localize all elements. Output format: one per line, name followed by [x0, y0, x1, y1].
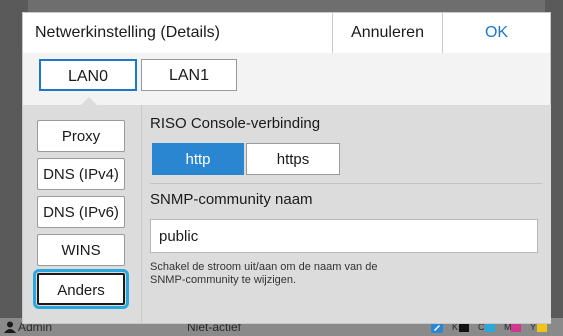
ok-button[interactable]: OK [442, 13, 550, 53]
sidebar-item-anders[interactable]: Anders [33, 269, 129, 309]
sidebar-item-dns-ipv6[interactable]: DNS (IPv6) [37, 196, 125, 228]
snmp-community-input[interactable]: public [150, 219, 538, 253]
cancel-button[interactable]: Annuleren [332, 13, 442, 53]
sidebar-item-dns-ipv4[interactable]: DNS (IPv4) [37, 158, 125, 190]
network-settings-dialog: Netwerkinstelling (Details) Annuleren OK… [22, 12, 551, 324]
section-divider [150, 183, 542, 184]
https-option-button[interactable]: https [246, 143, 340, 175]
snmp-note-text: Schakel de stroom uit/aan om de naam van… [150, 261, 378, 286]
snmp-community-label: SNMP-community naam [150, 191, 313, 208]
user-icon [4, 321, 16, 333]
http-option-button[interactable]: http [152, 143, 244, 175]
sidebar-item-wins[interactable]: WINS [37, 234, 125, 266]
dialog-title: Netwerkinstelling (Details) [35, 24, 220, 41]
selected-tab-pointer [80, 97, 98, 106]
tab-lan1[interactable]: LAN1 [141, 59, 237, 91]
riso-console-label: RISO Console-verbinding [150, 115, 321, 132]
sidebar-item-proxy[interactable]: Proxy [37, 120, 125, 152]
lan-tab-bar: LAN0 LAN1 [23, 53, 550, 105]
tab-lan0[interactable]: LAN0 [39, 59, 137, 91]
settings-panel: Proxy DNS (IPv4) DNS (IPv6) WINS Anders … [23, 105, 551, 323]
anders-settings-content: RISO Console-verbinding http https SNMP-… [141, 105, 551, 323]
dialog-titlebar: Netwerkinstelling (Details) Annuleren OK [23, 13, 550, 54]
